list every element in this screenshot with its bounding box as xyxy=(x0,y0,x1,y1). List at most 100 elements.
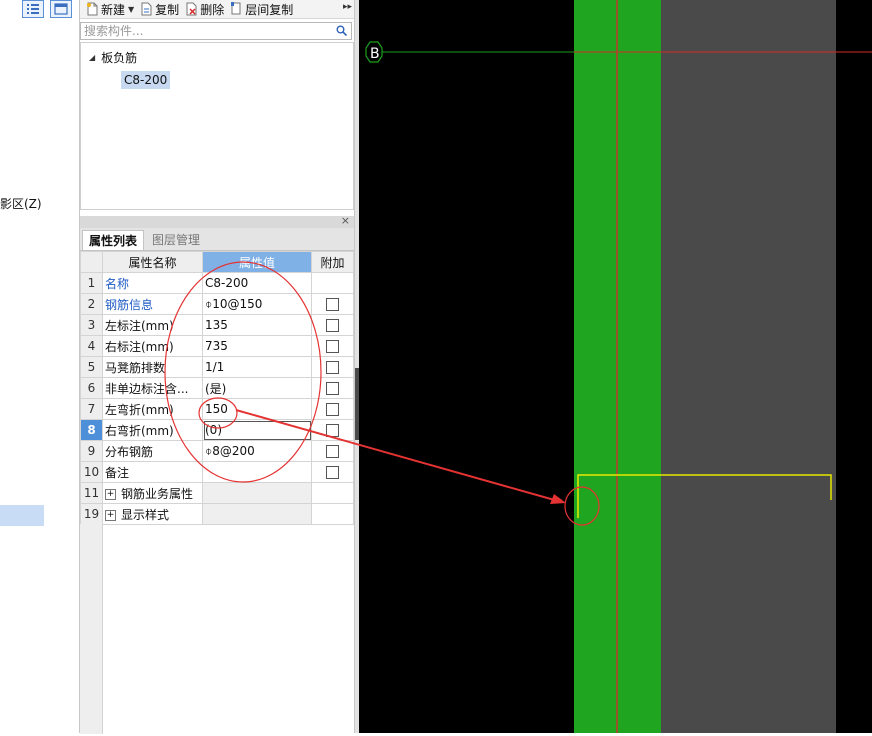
extra-checkbox[interactable] xyxy=(326,298,339,311)
extra-cell xyxy=(311,293,354,315)
property-value[interactable]: (是) xyxy=(202,377,312,399)
property-value[interactable]: 135 xyxy=(202,314,312,336)
property-name: 左弯折(mm) xyxy=(102,398,203,420)
property-group: + 显示样式 xyxy=(102,503,203,525)
floor-copy-button-label: 层间复制 xyxy=(245,2,294,17)
extra-checkbox[interactable] xyxy=(326,466,339,479)
delete-icon xyxy=(186,2,197,16)
property-value xyxy=(202,503,312,525)
row-number: 11 xyxy=(80,482,103,504)
table-row[interactable]: 4 右标注(mm) 735 xyxy=(80,335,354,357)
extra-cell xyxy=(311,419,354,441)
extra-checkbox[interactable] xyxy=(326,340,339,353)
table-row-selected[interactable]: 8 右弯折(mm) (0) xyxy=(80,419,354,441)
tree-node-child-label: C8-200 xyxy=(124,73,168,87)
new-button[interactable]: 新建 ▼ xyxy=(86,1,134,18)
component-tree: ◢ 板负筋 C8-200 xyxy=(80,42,354,210)
close-icon[interactable]: × xyxy=(341,214,350,227)
table-row[interactable]: 7 左弯折(mm) 150 xyxy=(80,398,354,420)
property-value[interactable]: 735 xyxy=(202,335,312,357)
cad-drawing[interactable]: B xyxy=(359,0,872,733)
delete-button[interactable]: 删除 xyxy=(185,1,224,18)
table-row-group[interactable]: 11 + 钢筋业务属性 xyxy=(80,482,354,504)
cad-canvas[interactable]: B xyxy=(359,0,872,733)
copy-button[interactable]: 复制 xyxy=(140,1,179,18)
left-side-panel: 影区(Z) xyxy=(0,0,80,733)
table-row[interactable]: 1 名称 C8-200 xyxy=(80,272,354,294)
table-row[interactable]: 6 非单边标注含... (是) xyxy=(80,377,354,399)
copy-icon xyxy=(141,2,152,16)
expand-plus-icon[interactable]: + xyxy=(105,509,116,521)
extra-checkbox[interactable] xyxy=(326,319,339,332)
property-value[interactable]: C8-200 xyxy=(202,272,312,294)
tab-property-list[interactable]: 属性列表 xyxy=(82,230,145,250)
property-value[interactable]: ⌽8@200 xyxy=(202,440,312,462)
extra-cell xyxy=(311,377,354,399)
search-input[interactable] xyxy=(81,23,327,38)
property-grid: 属性名称 属性值 附加 1 名称 C8-200 2 钢筋信息 ⌽10@150 3… xyxy=(80,251,354,734)
search-icon[interactable] xyxy=(336,25,347,36)
list-view-button[interactable] xyxy=(22,0,44,18)
table-row-group[interactable]: 19 + 显示样式 xyxy=(80,503,354,525)
floor-copy-button[interactable]: 层间复制 xyxy=(230,1,293,18)
tree-node-parent[interactable]: ◢ 板负筋 xyxy=(89,49,137,66)
table-row[interactable]: 3 左标注(mm) 135 xyxy=(80,314,354,336)
table-row[interactable]: 5 马凳筋排数 1/1 xyxy=(80,356,354,378)
extra-checkbox[interactable] xyxy=(326,382,339,395)
chevron-down-icon[interactable]: ▼ xyxy=(128,5,134,14)
property-value[interactable]: 150 xyxy=(202,398,312,420)
extra-cell xyxy=(311,335,354,357)
row-number: 1 xyxy=(80,272,103,294)
table-row[interactable]: 2 钢筋信息 ⌽10@150 xyxy=(80,293,354,315)
property-name: 分布钢筋 xyxy=(102,440,203,462)
property-value[interactable]: 1/1 xyxy=(202,356,312,378)
extra-cell xyxy=(311,440,354,462)
extra-cell xyxy=(311,272,354,294)
row-number: 3 xyxy=(80,314,103,336)
extra-cell xyxy=(311,356,354,378)
column-header-extra: 附加 xyxy=(311,251,354,273)
copy-button-label: 复制 xyxy=(155,2,180,17)
property-name: 右标注(mm) xyxy=(102,335,203,357)
row-number: 6 xyxy=(80,377,103,399)
property-name: 右弯折(mm) xyxy=(102,419,203,441)
property-name: 钢筋信息 xyxy=(102,293,203,315)
property-value[interactable] xyxy=(202,461,312,483)
properties-tabs: 属性列表 图层管理 xyxy=(80,228,354,251)
property-name: 备注 xyxy=(102,461,203,483)
property-group: + 钢筋业务属性 xyxy=(102,482,203,504)
property-name: 左标注(mm) xyxy=(102,314,203,336)
row-number: 10 xyxy=(80,461,103,483)
table-row[interactable]: 10 备注 xyxy=(80,461,354,483)
extra-checkbox[interactable] xyxy=(326,424,339,437)
window-icon xyxy=(54,3,68,15)
list-icon xyxy=(27,4,39,14)
extra-checkbox[interactable] xyxy=(326,403,339,416)
axis-bubble-b: B xyxy=(365,41,383,63)
more-icon[interactable]: ▸▸ xyxy=(343,2,352,12)
selected-item-highlight[interactable] xyxy=(0,505,44,526)
tab-layer-management[interactable]: 图层管理 xyxy=(146,230,206,250)
row-number: 9 xyxy=(80,440,103,462)
tree-node-selected[interactable]: C8-200 xyxy=(121,71,171,89)
extra-checkbox[interactable] xyxy=(326,445,339,458)
property-value[interactable]: ⌽10@150 xyxy=(202,293,312,315)
search-box xyxy=(80,22,352,40)
collapse-triangle-icon[interactable]: ◢ xyxy=(89,53,95,62)
extra-cell xyxy=(311,398,354,420)
slab-band xyxy=(661,0,836,733)
extra-cell xyxy=(311,503,354,525)
axis-label-b: B xyxy=(370,46,380,62)
column-header-value: 属性值 xyxy=(202,251,312,273)
extra-cell xyxy=(311,461,354,483)
property-group-label: 显示样式 xyxy=(121,507,170,522)
property-value-editing[interactable]: (0) xyxy=(202,419,312,441)
component-toolbar: 新建 ▼ 复制 删除 层间复制 ▸▸ xyxy=(80,0,356,19)
expand-plus-icon[interactable]: + xyxy=(105,488,116,500)
row-number: 8 xyxy=(80,419,103,441)
table-row[interactable]: 9 分布钢筋 ⌽8@200 xyxy=(80,440,354,462)
row-number: 19 xyxy=(80,503,103,525)
extra-checkbox[interactable] xyxy=(326,361,339,374)
grid-view-button[interactable] xyxy=(50,0,72,18)
property-name: 马凳筋排数 xyxy=(102,356,203,378)
